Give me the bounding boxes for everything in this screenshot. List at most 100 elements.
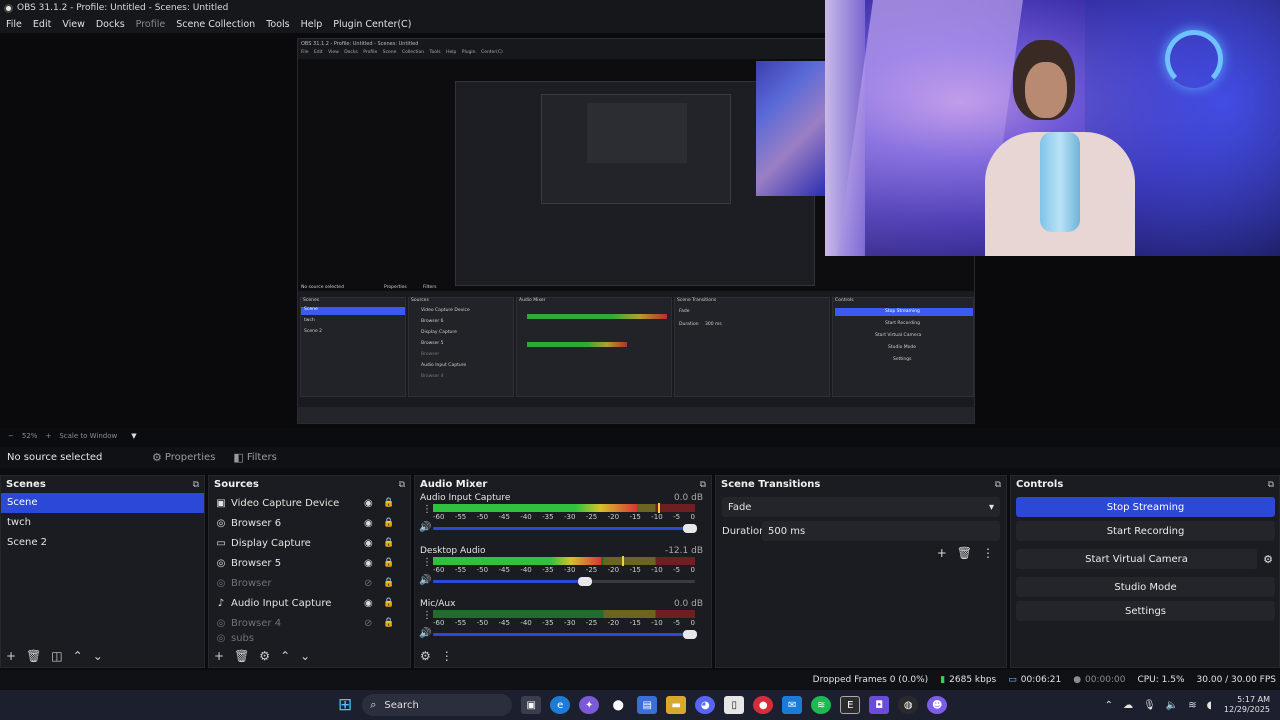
scene-item[interactable]: Scene 2 xyxy=(1,533,204,553)
move-up-icon[interactable]: ⌃ xyxy=(280,649,290,663)
source-item[interactable]: ◎ Browser 6 ◉ 🔒 xyxy=(209,513,410,533)
document-icon[interactable]: ▯ xyxy=(724,696,745,714)
channel-menu-icon[interactable]: ⋮ xyxy=(422,504,432,515)
undock-icon[interactable]: ⧉ xyxy=(995,480,1001,490)
menu-view[interactable]: View xyxy=(62,19,85,30)
filters-button[interactable]: ◧ Filters xyxy=(233,451,276,464)
move-down-icon[interactable]: ⌄ xyxy=(93,649,103,663)
volume-slider[interactable] xyxy=(433,577,695,586)
channel-menu-icon[interactable]: ⋮ xyxy=(422,557,432,568)
app-blue-icon[interactable]: ✉ xyxy=(782,696,803,714)
remove-transition-icon[interactable]: 🗑 xyxy=(957,546,972,560)
lock-icon[interactable]: 🔒 xyxy=(383,558,394,568)
undock-icon[interactable]: ⧉ xyxy=(1268,480,1274,490)
windows-start-icon[interactable]: ⊞ xyxy=(338,695,352,715)
lock-icon[interactable]: 🔒 xyxy=(383,578,394,588)
volume-slider[interactable] xyxy=(433,524,697,533)
source-item[interactable]: ◎ Browser 4 ⊘ 🔒 xyxy=(209,613,410,633)
lock-icon[interactable]: 🔒 xyxy=(383,518,394,528)
speaker-icon[interactable]: 🔊 xyxy=(419,522,431,533)
source-item[interactable]: ◎ subs xyxy=(209,633,410,644)
move-up-icon[interactable]: ⌃ xyxy=(73,649,83,663)
chat-app-icon[interactable]: ☻ xyxy=(927,696,948,714)
transition-select[interactable]: Fade ▾ xyxy=(722,497,1000,517)
start-virtual-camera-button[interactable]: Start Virtual Camera xyxy=(1016,549,1257,569)
volume-slider[interactable] xyxy=(433,630,697,639)
epic-games-icon[interactable]: E xyxy=(840,696,861,714)
discord-icon[interactable]: ◕ xyxy=(695,696,716,714)
scene-item[interactable]: twch xyxy=(1,513,204,533)
source-item[interactable]: ♪ Audio Input Capture ◉ 🔒 xyxy=(209,593,410,613)
advanced-audio-icon[interactable]: ⚙ xyxy=(420,649,431,663)
scene-filters-icon[interactable]: ◫ xyxy=(51,649,62,663)
menu-profile[interactable]: Profile xyxy=(136,19,166,30)
zoom-plus-icon[interactable]: + xyxy=(45,432,51,440)
source-item[interactable]: ◎ Browser ⊘ 🔒 xyxy=(209,573,410,593)
obs-taskbar-icon[interactable]: ◍ xyxy=(898,696,919,714)
volume-icon[interactable]: ◖ xyxy=(1207,700,1212,711)
lock-icon[interactable]: 🔒 xyxy=(383,538,394,548)
zoom-level[interactable]: 52% xyxy=(22,432,38,440)
add-transition-icon[interactable]: + xyxy=(937,546,947,560)
source-item[interactable]: ▣ Video Capture Device ◉ 🔒 xyxy=(209,493,410,513)
cloud-icon[interactable]: ☁ xyxy=(1123,700,1133,711)
lock-icon[interactable]: 🔒 xyxy=(383,598,394,608)
undock-icon[interactable]: ⧉ xyxy=(700,480,706,490)
remove-source-icon[interactable]: 🗑 xyxy=(234,649,249,663)
undock-icon[interactable]: ⧉ xyxy=(399,480,405,490)
menu-scene-collection[interactable]: Scene Collection xyxy=(176,19,255,30)
spotify-icon[interactable]: ≋ xyxy=(811,696,832,714)
speaker-icon[interactable]: 🔊 xyxy=(419,575,431,586)
menu-tools[interactable]: Tools xyxy=(266,19,289,30)
menu-plugin-center[interactable]: Plugin Center(C) xyxy=(333,19,411,30)
folder-icon[interactable]: ▬ xyxy=(666,696,687,714)
eye-icon[interactable]: ◉ xyxy=(364,558,373,569)
eye-hidden-icon[interactable]: ⊘ xyxy=(364,618,372,629)
volume-slider-knob[interactable] xyxy=(683,524,697,533)
eye-icon[interactable]: ◉ xyxy=(364,598,373,609)
lock-icon[interactable]: 🔒 xyxy=(383,618,394,628)
zoom-minus-icon[interactable]: − xyxy=(8,432,14,440)
task-view-icon[interactable]: ▣ xyxy=(521,696,542,714)
add-scene-icon[interactable]: + xyxy=(6,649,16,663)
copilot-icon[interactable]: ✦ xyxy=(579,696,600,714)
scale-mode-chevron-icon[interactable]: ▼ xyxy=(131,432,136,440)
start-recording-button[interactable]: Start Recording xyxy=(1016,521,1275,541)
transition-menu-icon[interactable]: ⋮ xyxy=(982,546,994,560)
undock-icon[interactable]: ⧉ xyxy=(193,480,199,490)
eye-hidden-icon[interactable]: ⊘ xyxy=(364,578,372,589)
store-icon[interactable]: ▤ xyxy=(637,696,658,714)
scale-mode[interactable]: Scale to Window xyxy=(59,432,117,440)
app-red-icon[interactable]: ● xyxy=(753,696,774,714)
volume-slider-knob[interactable] xyxy=(578,577,593,586)
properties-button[interactable]: ⚙ Properties xyxy=(152,451,215,464)
lock-icon[interactable]: 🔒 xyxy=(383,498,394,508)
mixer-menu-icon[interactable]: ⋮ xyxy=(441,649,453,663)
menu-edit[interactable]: Edit xyxy=(33,19,51,30)
virtual-camera-gear-icon[interactable]: ⚙ xyxy=(1257,553,1279,566)
microphone-icon[interactable]: 🎙 xyxy=(1143,700,1156,711)
menu-file[interactable]: File xyxy=(6,19,22,30)
channel-menu-icon[interactable]: ⋮ xyxy=(422,610,432,621)
move-down-icon[interactable]: ⌄ xyxy=(300,649,310,663)
settings-button[interactable]: Settings xyxy=(1016,601,1275,621)
taskbar-clock[interactable]: 5:17 AM 12/29/2025 xyxy=(1224,695,1270,715)
add-source-icon[interactable]: + xyxy=(214,649,224,663)
edge-icon[interactable]: e xyxy=(550,696,571,714)
speaker-icon[interactable]: 🔊 xyxy=(419,628,431,639)
remove-scene-icon[interactable]: 🗑 xyxy=(26,649,41,663)
map-pin-icon[interactable]: ⬤ xyxy=(608,696,628,714)
source-item[interactable]: ▭ Display Capture ◉ 🔒 xyxy=(209,533,410,553)
wifi-icon[interactable]: ≋ xyxy=(1188,700,1196,711)
scene-item[interactable]: Scene xyxy=(1,493,204,513)
eye-icon[interactable]: ◉ xyxy=(364,498,373,509)
menu-docks[interactable]: Docks xyxy=(96,19,125,30)
app-purple-icon[interactable]: ◘ xyxy=(869,696,890,714)
eye-icon[interactable]: ◉ xyxy=(364,518,373,529)
eye-icon[interactable]: ◉ xyxy=(364,538,373,549)
tray-chevron-icon[interactable]: ⌃ xyxy=(1105,700,1113,711)
speaker-icon[interactable]: 🔈 xyxy=(1166,700,1178,711)
taskbar-search[interactable]: ⌕ Search xyxy=(362,694,513,716)
volume-slider-knob[interactable] xyxy=(683,630,697,639)
menu-help[interactable]: Help xyxy=(301,19,323,30)
